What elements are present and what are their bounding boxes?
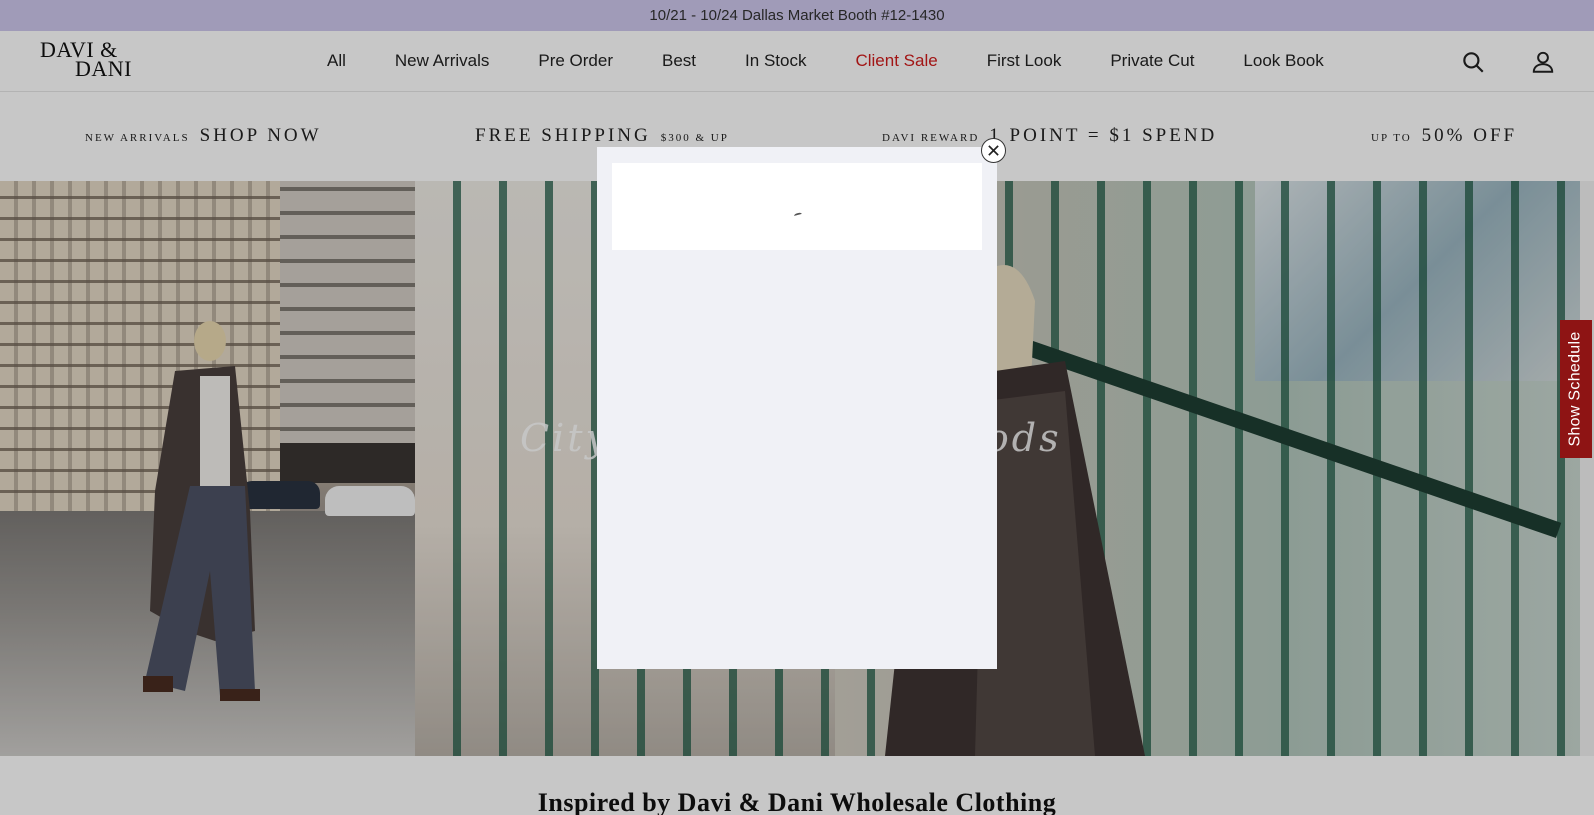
close-icon[interactable]	[981, 138, 1006, 163]
show-schedule-label: Show Schedule	[1567, 331, 1584, 447]
popup-content-frame	[612, 163, 982, 250]
show-schedule-tab[interactable]: Show Schedule	[1560, 320, 1592, 458]
loading-spinner-icon	[793, 212, 803, 218]
popup-modal	[597, 147, 997, 669]
